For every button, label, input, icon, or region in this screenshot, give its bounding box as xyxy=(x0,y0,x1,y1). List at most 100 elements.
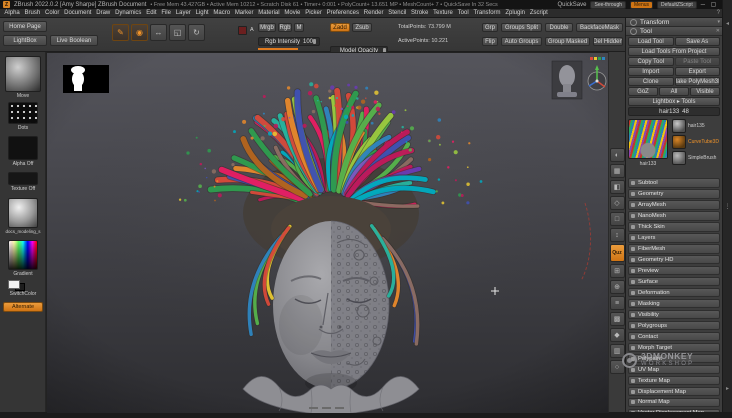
m-button[interactable]: M xyxy=(294,23,304,32)
menus-toggle[interactable]: Menus xyxy=(630,0,654,9)
menu-macro[interactable]: Macro xyxy=(211,9,232,18)
rgb-intensity-slider[interactable]: Rgb Intensity 100 xyxy=(258,37,320,46)
goz-visible-button[interactable]: Visible xyxy=(690,87,720,96)
alpha-thumbnail[interactable] xyxy=(8,136,38,160)
mode-rotate-button[interactable]: ↻ xyxy=(188,24,205,41)
mode-scale-button[interactable]: ◱ xyxy=(169,24,186,41)
menu-stroke[interactable]: Stroke xyxy=(409,9,431,18)
import-button[interactable]: Import xyxy=(628,67,674,76)
tool-section-displacement-map[interactable]: Displacement Map xyxy=(628,386,720,397)
lsym-icon[interactable]: ≡ xyxy=(609,296,625,310)
menu-material[interactable]: Material xyxy=(256,9,282,18)
move-canvas-icon[interactable]: ◆ xyxy=(609,328,625,342)
menu-alpha[interactable]: Alpha xyxy=(2,9,22,18)
mode-draw-button[interactable]: ◉ xyxy=(131,24,148,41)
load-tools-from-project-button[interactable]: Load Tools From Project xyxy=(628,47,720,56)
tray-drag-handle[interactable]: ⋮ xyxy=(725,203,731,210)
menu-light[interactable]: Light xyxy=(193,9,211,18)
see-through-slider[interactable]: See-through xyxy=(590,0,627,9)
transp-icon[interactable]: ◧ xyxy=(609,180,625,194)
mode-edit-button[interactable]: ✎ xyxy=(112,24,129,41)
menu-render[interactable]: Render xyxy=(361,9,385,18)
menu-picker[interactable]: Picker xyxy=(303,9,324,18)
menu-stencil[interactable]: Stencil xyxy=(386,9,409,18)
live-boolean-button[interactable]: Live Boolean xyxy=(50,35,98,46)
switch-color-swatch[interactable] xyxy=(8,280,20,289)
lightbox-button[interactable]: LightBox xyxy=(3,35,47,46)
tray-expand-icon[interactable]: ▸ xyxy=(726,385,729,392)
ghost-icon[interactable]: ◇ xyxy=(609,196,625,210)
grp-button[interactable]: Grp xyxy=(482,23,498,32)
backface-mask-button[interactable]: BackfaceMask xyxy=(576,23,623,32)
recent-tool-thumbnail[interactable] xyxy=(672,135,686,149)
tool-section-texture-map[interactable]: Texture Map xyxy=(628,375,720,386)
tool-section-nanomesh[interactable]: NanoMesh xyxy=(628,210,720,221)
menu-transform[interactable]: Transform xyxy=(471,9,503,18)
menu-dynamics[interactable]: Dynamics xyxy=(113,9,144,18)
frame-icon[interactable]: ▩ xyxy=(609,312,625,326)
menu-brush[interactable]: Brush xyxy=(22,9,42,18)
make-polymesh3d-button[interactable]: Make PolyMesh3D xyxy=(674,77,720,86)
goz-all-button[interactable]: All xyxy=(659,87,689,96)
menu-edit[interactable]: Edit xyxy=(144,9,159,18)
alternate-button[interactable]: Alternate xyxy=(3,302,43,312)
menu-file[interactable]: File xyxy=(159,9,173,18)
menu-zscript[interactable]: Zscript xyxy=(527,9,550,18)
menu-texture[interactable]: Texture xyxy=(431,9,455,18)
active-tool-slider[interactable]: hair133 48 xyxy=(628,107,720,116)
menu-marker[interactable]: Marker xyxy=(232,9,255,18)
flip-button[interactable]: Flip xyxy=(482,37,498,46)
texture-thumbnail[interactable] xyxy=(8,172,38,185)
right-edge-divider[interactable]: ◂ ⋮ ▸ xyxy=(722,0,732,412)
rgb-button[interactable]: Rgb xyxy=(278,23,292,32)
copy-tool-button[interactable]: Copy Tool xyxy=(628,57,674,66)
tool-section-polygroups[interactable]: Polygroups xyxy=(628,320,720,331)
recent-tool-label[interactable]: CurveTube3D xyxy=(688,139,721,145)
document-canvas[interactable] xyxy=(46,52,609,416)
mrgb-button[interactable]: Mrgb xyxy=(258,23,276,32)
save-as-button[interactable]: Save As xyxy=(674,37,720,46)
groups-split-button[interactable]: Groups Split xyxy=(501,23,542,32)
tool-section-fibermesh[interactable]: FiberMesh xyxy=(628,243,720,254)
menu-draw[interactable]: Draw xyxy=(94,9,113,18)
paste-tool-button[interactable]: Paste Tool xyxy=(674,57,720,66)
tool-palette-header[interactable]: Tool ✕ xyxy=(626,27,723,36)
tool-section-contact[interactable]: Contact xyxy=(628,331,720,342)
recent-tool-label[interactable]: SimpleBrush xyxy=(688,155,721,161)
menu-color[interactable]: Color xyxy=(43,9,62,18)
quicksave-label[interactable]: QuickSave xyxy=(557,2,586,8)
del-hidden-button[interactable]: Del Hidden xyxy=(593,37,623,46)
tool-section-surface[interactable]: Surface xyxy=(628,276,720,287)
tool-section-visibility[interactable]: Visibility xyxy=(628,309,720,320)
group-masked-button[interactable]: Group Masked xyxy=(545,37,590,46)
menu-movie[interactable]: Movie xyxy=(282,9,303,18)
export-button[interactable]: Export xyxy=(674,67,720,76)
zsub-button[interactable]: Zsub xyxy=(352,23,372,32)
persp-icon[interactable]: ⊞ xyxy=(609,264,625,278)
tool-section-geometry-hd[interactable]: Geometry HD xyxy=(628,254,720,265)
clone-button[interactable]: Clone xyxy=(628,77,674,86)
color-picker[interactable] xyxy=(8,240,38,270)
tool-section-masking[interactable]: Masking xyxy=(628,298,720,309)
home-page-button[interactable]: Home Page xyxy=(3,21,47,32)
tool-section-deformation[interactable]: Deformation xyxy=(628,287,720,298)
lightbox-tools-button[interactable]: Lightbox ▸ Tools xyxy=(628,97,720,106)
recent-tool-thumbnail[interactable] xyxy=(672,151,686,165)
recent-tool-label[interactable]: hair135 xyxy=(688,123,721,129)
tool-section-subtool[interactable]: Subtool xyxy=(628,178,720,188)
load-tool-button[interactable]: Load Tool xyxy=(628,37,674,46)
menu-zplugin[interactable]: Zplugin xyxy=(503,9,527,18)
menu-layer[interactable]: Layer xyxy=(173,9,193,18)
bpr-render-icon[interactable]: ◐ xyxy=(609,148,625,162)
menu-document[interactable]: Document xyxy=(62,9,94,18)
tray-collapse-icon[interactable]: ◂ xyxy=(726,20,729,27)
recent-tool-thumbnail[interactable] xyxy=(672,119,686,133)
auto-groups-button[interactable]: Auto Groups xyxy=(501,37,542,46)
material-thumbnail[interactable] xyxy=(8,198,38,228)
zadd-button[interactable]: Zadd xyxy=(330,23,350,32)
double-button[interactable]: Double xyxy=(545,23,573,32)
active-tool-thumbnail[interactable] xyxy=(628,119,668,159)
default-zscript-button[interactable]: DefaultZScript xyxy=(657,0,697,9)
tool-section-layers[interactable]: Layers xyxy=(628,232,720,243)
tool-section-geometry[interactable]: Geometry xyxy=(628,188,720,199)
